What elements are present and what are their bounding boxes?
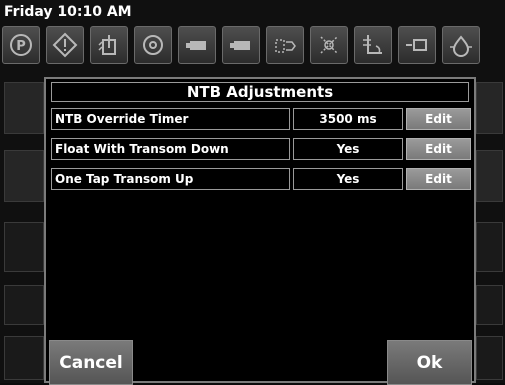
screen: Friday 10:10 AM P NTB Adjustments NTB Ov…: [0, 0, 505, 385]
ok-button[interactable]: Ok: [387, 340, 472, 385]
alert-icon-toolbar: P: [0, 26, 505, 70]
edit-button[interactable]: Edit: [406, 108, 471, 130]
transmission-icon[interactable]: [310, 26, 348, 64]
background-tile: [4, 150, 44, 202]
setting-value: Yes: [293, 168, 403, 190]
edit-button[interactable]: Edit: [406, 138, 471, 160]
battery-icon[interactable]: [178, 26, 216, 64]
warning-icon[interactable]: [46, 26, 84, 64]
battery-2-icon[interactable]: [222, 26, 260, 64]
background-tile: [476, 285, 503, 325]
setting-label: Float With Transom Down: [51, 138, 290, 160]
background-tile: [476, 82, 503, 134]
background-tile: [476, 336, 503, 380]
settings-row: One Tap Transom Up Yes Edit: [51, 168, 471, 190]
svg-text:P: P: [16, 39, 26, 54]
settings-row: Float With Transom Down Yes Edit: [51, 138, 471, 160]
oil-pressure-icon[interactable]: [134, 26, 172, 64]
cancel-button[interactable]: Cancel: [49, 340, 133, 385]
engine-temp-icon[interactable]: [90, 26, 128, 64]
background-tile: [4, 82, 44, 134]
background-tile: [4, 285, 44, 325]
setting-value: Yes: [293, 138, 403, 160]
ntb-adjustments-dialog: NTB Adjustments NTB Override Timer 3500 …: [44, 77, 476, 385]
background-tile: [476, 222, 503, 272]
background-tile: [476, 150, 503, 202]
drain-icon[interactable]: [442, 26, 480, 64]
park-icon[interactable]: P: [2, 26, 40, 64]
setting-value: 3500 ms: [293, 108, 403, 130]
coolant-icon[interactable]: [398, 26, 436, 64]
setting-label: NTB Override Timer: [51, 108, 290, 130]
background-tile: [4, 222, 44, 272]
settings-row: NTB Override Timer 3500 ms Edit: [51, 108, 471, 130]
background-tile: [4, 336, 44, 380]
fuel-icon[interactable]: [266, 26, 304, 64]
status-datetime: Friday 10:10 AM: [4, 4, 132, 20]
dialog-title: NTB Adjustments: [51, 82, 469, 102]
edit-button[interactable]: Edit: [406, 168, 471, 190]
trim-icon[interactable]: [354, 26, 392, 64]
setting-label: One Tap Transom Up: [51, 168, 290, 190]
